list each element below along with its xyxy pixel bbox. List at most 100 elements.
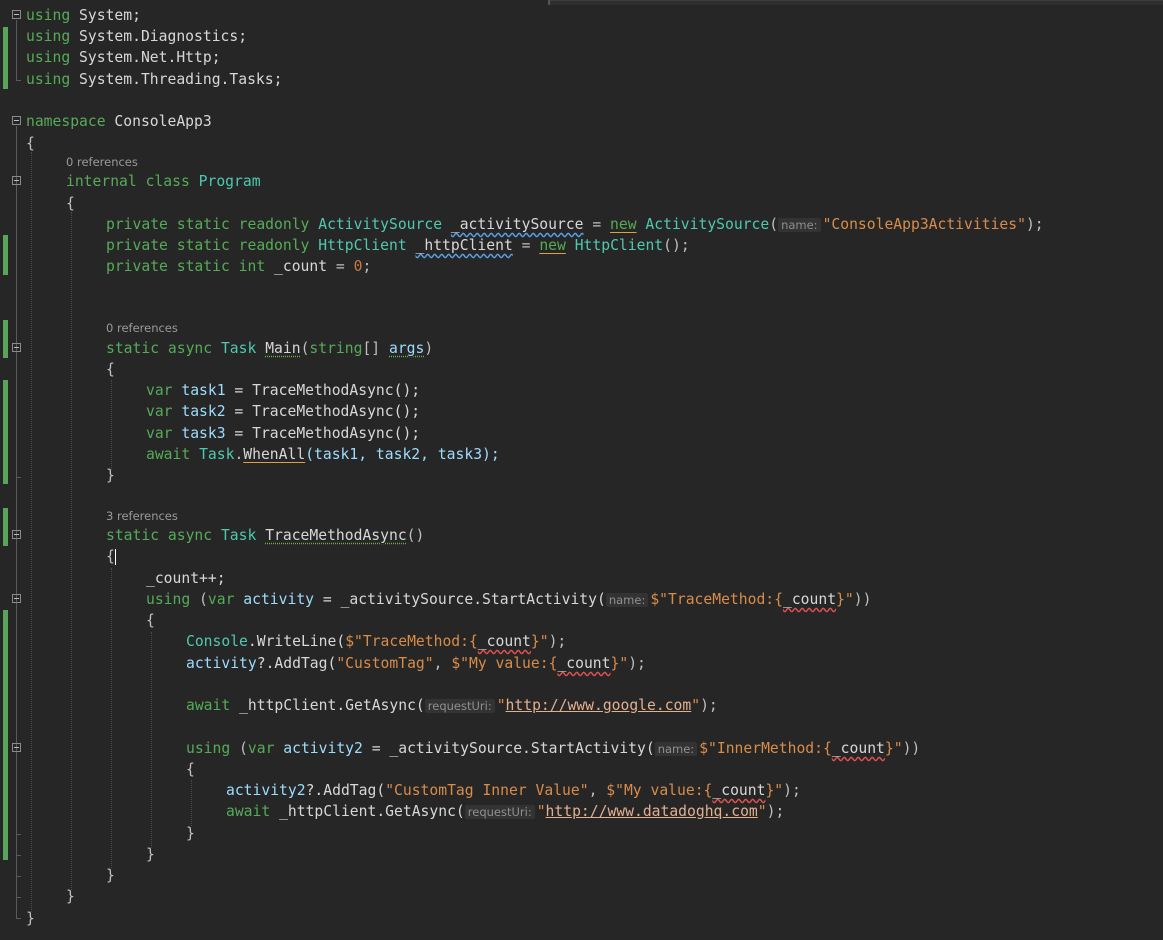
- namespace-name: System.Net.Http;: [70, 49, 221, 66]
- change-marker: [3, 610, 8, 860]
- method-name: WhenAll: [243, 446, 306, 463]
- code-line-29[interactable]: activity?.AddTag("CustomTag", $"My value…: [186, 653, 646, 674]
- code-line-23[interactable]: static async Task TraceMethodAsync(): [106, 525, 424, 546]
- code-line-37[interactable]: }: [186, 823, 195, 844]
- code-line-21[interactable]: }: [106, 465, 115, 486]
- string-literal: }": [884, 740, 903, 757]
- collapse-inner-using-icon[interactable]: [12, 743, 21, 752]
- url-link[interactable]: http://www.datadoghq.com: [546, 803, 758, 820]
- expression: .WriteLine(: [247, 633, 346, 650]
- punctuation: );: [548, 633, 567, 650]
- string-literal: ": [691, 697, 701, 714]
- interpolated-field: _count: [477, 633, 531, 650]
- keyword: static async: [106, 527, 221, 544]
- code-line-19[interactable]: var task3 = TraceMethodAsync();: [146, 423, 420, 444]
- codelens-main-references[interactable]: 0 references: [106, 320, 178, 336]
- brace: }: [26, 910, 35, 927]
- collapse-using-block-icon[interactable]: [12, 594, 21, 603]
- keyword-var: var: [146, 382, 173, 399]
- string-literal: }": [836, 591, 854, 608]
- brace: {: [26, 135, 35, 152]
- punctuation: ();: [663, 237, 690, 254]
- code-line-4[interactable]: using System.Threading.Tasks;: [26, 69, 282, 90]
- code-line-26[interactable]: using (var activity = _activitySource.St…: [146, 589, 871, 610]
- statement: _count++;: [146, 570, 226, 587]
- fold-line: [16, 855, 21, 856]
- parameter-hint: requestUri:: [424, 699, 495, 713]
- keyword-namespace: namespace: [26, 113, 106, 130]
- code-line-11[interactable]: private static readonly HttpClient _http…: [106, 235, 690, 256]
- code-line-2[interactable]: using System.Diagnostics;: [26, 26, 247, 47]
- code-line-15[interactable]: static async Task Main(string[] args): [106, 338, 433, 359]
- code-line-25[interactable]: _count++;: [146, 568, 226, 589]
- code-line-7[interactable]: {: [26, 133, 35, 154]
- fold-line: [16, 80, 21, 81]
- code-line-34[interactable]: {: [186, 759, 195, 780]
- code-line-1[interactable]: using System;: [26, 5, 141, 26]
- brace: {: [146, 612, 155, 629]
- code-editor[interactable]: using System; using System.Diagnostics; …: [0, 0, 1163, 940]
- expression: _httpClient.GetAsync(: [279, 803, 465, 820]
- code-line-35[interactable]: activity2?.AddTag("CustomTag Inner Value…: [226, 780, 801, 801]
- variable-name: task2: [172, 403, 226, 420]
- variable-name: activity2: [274, 740, 363, 757]
- string-literal: "CustomTag Inner Value": [385, 782, 589, 799]
- keyword: private static readonly: [106, 216, 319, 233]
- code-line-33[interactable]: using (var activity2 = _activitySource.S…: [186, 738, 920, 759]
- punctuation: );: [628, 655, 646, 672]
- keyword-using: using: [26, 7, 71, 24]
- collapse-trace-method-icon[interactable]: [12, 530, 21, 539]
- codelens-program-references[interactable]: 0 references: [66, 154, 138, 170]
- punctuation: (: [190, 591, 208, 608]
- code-line-31[interactable]: await _httpClient.GetAsync(requestUri: "h…: [186, 695, 718, 716]
- keyword: static async: [106, 340, 221, 357]
- collapse-main-icon[interactable]: [12, 343, 21, 352]
- code-line-38[interactable]: }: [146, 844, 155, 865]
- code-line-3[interactable]: using System.Net.Http;: [26, 47, 221, 68]
- code-line-8[interactable]: internal class Program: [66, 171, 261, 192]
- collapse-using-icon[interactable]: [12, 10, 21, 19]
- keyword: string: [309, 340, 363, 357]
- url-link[interactable]: http://www.google.com: [506, 697, 692, 714]
- code-line-36[interactable]: await _httpClient.GetAsync(requestUri: "h…: [226, 801, 784, 822]
- code-line-9[interactable]: {: [66, 193, 75, 214]
- code-line-28[interactable]: Console.WriteLine($"TraceMethod:{_count}…: [186, 631, 566, 652]
- expression: = _activitySource.StartActivity(: [314, 591, 606, 608]
- code-line-40[interactable]: }: [66, 886, 75, 907]
- code-line-12[interactable]: private static int _count = 0;: [106, 256, 371, 277]
- code-line-27[interactable]: {: [146, 610, 155, 631]
- code-line-10[interactable]: private static readonly ActivitySource _…: [106, 214, 1044, 235]
- method-name: Main: [265, 340, 301, 357]
- punctuation: )): [902, 740, 921, 757]
- code-line-6[interactable]: namespace ConsoleApp3: [26, 111, 212, 132]
- code-line-39[interactable]: }: [106, 865, 115, 886]
- namespace-name: System.Diagnostics;: [70, 28, 248, 45]
- expression: _httpClient.GetAsync(: [239, 697, 425, 714]
- variable-name: activity: [186, 655, 257, 672]
- code-line-16[interactable]: {: [106, 359, 115, 380]
- punctuation: );: [766, 803, 785, 820]
- indent-guide: [31, 152, 32, 912]
- codelens-trace-references[interactable]: 3 references: [106, 508, 178, 524]
- string-literal: "CustomTag": [336, 655, 434, 672]
- punctuation: (): [406, 527, 425, 544]
- code-line-41[interactable]: }: [26, 908, 35, 929]
- keyword: class: [136, 173, 199, 190]
- interpolated-field: _count: [831, 740, 885, 757]
- punctuation: (: [230, 740, 248, 757]
- fold-line: [16, 834, 21, 835]
- code-line-17[interactable]: var task1 = TraceMethodAsync();: [146, 380, 420, 401]
- string-literal: ": [757, 803, 767, 820]
- code-line-18[interactable]: var task2 = TraceMethodAsync();: [146, 401, 420, 422]
- code-line-24[interactable]: {: [106, 546, 116, 567]
- horizontal-scrollbar[interactable]: [548, 0, 1163, 5]
- type-name: Task: [220, 340, 257, 357]
- string-literal: "ConsoleApp3Activities": [822, 216, 1026, 233]
- collapse-namespace-icon[interactable]: [12, 116, 21, 125]
- brace: }: [186, 825, 195, 842]
- collapse-class-icon[interactable]: [12, 176, 21, 185]
- code-line-20[interactable]: await Task.WhenAll(task1, task2, task3);: [146, 444, 500, 465]
